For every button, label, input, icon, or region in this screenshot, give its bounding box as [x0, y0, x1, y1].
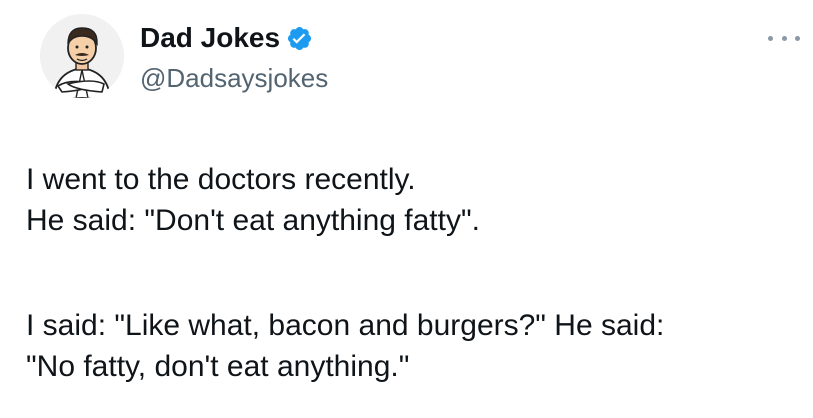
author-name-row: Dad Jokes	[140, 20, 313, 56]
tweet-card: Dad Jokes @Dadsaysjokes I went to the do…	[0, 0, 813, 418]
more-options-icon[interactable]	[768, 28, 800, 48]
author-handle[interactable]: @Dadsaysjokes	[140, 62, 328, 94]
tweet-text-line: He said: "Don't eat anything fatty".	[26, 204, 480, 237]
avatar-illustration	[40, 14, 124, 98]
more-dot	[795, 35, 800, 41]
tweet-text-line: I went to the doctors recently.	[26, 163, 416, 196]
verified-badge-icon[interactable]	[286, 25, 313, 52]
more-dot	[768, 35, 773, 41]
avatar[interactable]	[40, 14, 124, 98]
tweet-text-line: "No fatty, don't eat anything."	[26, 350, 410, 383]
author-display-name[interactable]: Dad Jokes	[140, 20, 280, 56]
tweet-text-line: I said: "Like what, bacon and burgers?" …	[26, 309, 665, 342]
more-dot	[781, 35, 787, 41]
